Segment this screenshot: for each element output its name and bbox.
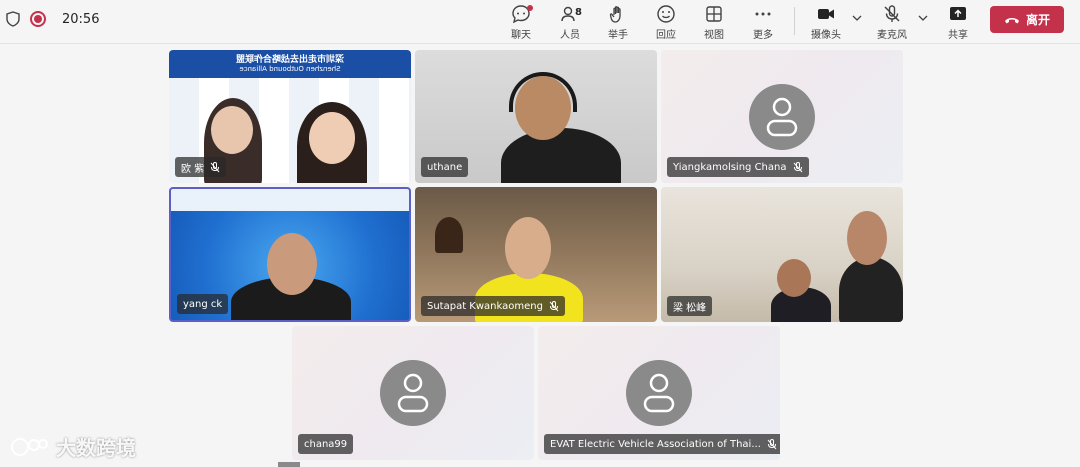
react-button[interactable]: 回应	[642, 2, 690, 42]
participant-name: uthane	[427, 161, 463, 173]
people-button[interactable]: 8 人员	[546, 2, 594, 42]
video-tile-participant-8[interactable]: EVAT Electric Vehicle Association of Tha…	[538, 326, 780, 460]
more-icon	[755, 12, 771, 16]
camera-button[interactable]: 摄像头	[802, 2, 850, 42]
watermark: 大数跨境	[10, 432, 136, 461]
raise-hand-button[interactable]: 举手	[594, 2, 642, 42]
person-icon	[397, 373, 429, 413]
participant-name: EVAT Electric Vehicle Association of Tha…	[550, 438, 761, 450]
recording-icon	[30, 11, 46, 27]
toolbar-divider	[794, 7, 795, 35]
camera-options-chevron-icon[interactable]	[851, 12, 863, 24]
meeting-toolbar: 20:56 聊天 8 人员 举手 回应 视图 更多 摄像头 麦克风 共享 离开	[0, 0, 1080, 44]
meeting-timer: 20:56	[62, 11, 100, 27]
raise-hand-label: 举手	[608, 30, 628, 41]
more-label: 更多	[753, 30, 773, 41]
toolbar-left: 20:56	[6, 11, 99, 27]
participant-face	[777, 259, 811, 297]
share-button[interactable]: 共享	[934, 2, 982, 42]
leave-button[interactable]: 离开	[990, 6, 1064, 33]
fireplace	[435, 217, 463, 253]
watermark-text: 大数跨境	[56, 436, 136, 460]
react-label: 回应	[656, 30, 676, 41]
participant-figure	[839, 257, 903, 322]
participant-name: yang ck	[183, 298, 223, 310]
participant-nametag: yang ck	[177, 294, 229, 314]
watermark-logo-icon	[11, 437, 48, 456]
participant-nametag: Yiangkamolsing Chana	[667, 157, 809, 177]
video-tile-participant-1[interactable]: 深圳市走出去战略合作联盟 Shenzhen Outbound Alliance …	[169, 50, 411, 183]
video-tile-participant-4[interactable]: yang ck	[169, 187, 411, 322]
video-tile-participant-3[interactable]: Yiangkamolsing Chana	[661, 50, 903, 183]
participant-face	[505, 217, 551, 279]
camera-icon	[818, 9, 834, 19]
participant-name: chana99	[304, 438, 348, 450]
participant-nametag: Sutapat Kwankaomeng	[421, 296, 565, 316]
chat-button[interactable]: 聊天	[497, 2, 545, 42]
people-count: 8	[575, 7, 582, 18]
alliance-banner-cn: 深圳市走出去战略合作联盟	[236, 55, 345, 65]
participant-figure	[501, 128, 621, 183]
alliance-banner: 深圳市走出去战略合作联盟 Shenzhen Outbound Alliance	[169, 50, 411, 78]
overflow-tile-edge	[278, 462, 300, 467]
share-label: 共享	[948, 30, 968, 41]
video-tile-participant-5[interactable]: Sutapat Kwankaomeng	[415, 187, 657, 322]
backdrop-header	[171, 189, 409, 211]
camera-label: 摄像头	[811, 30, 841, 41]
person-icon	[643, 373, 675, 413]
smile-icon	[657, 5, 675, 23]
participant-nametag: 欧 紫	[175, 157, 227, 177]
video-tile-participant-6[interactable]: 梁 松峰	[661, 187, 903, 322]
mic-off-icon	[884, 5, 900, 22]
alliance-banner-en: Shenzhen Outbound Alliance	[239, 65, 341, 73]
participant-nametag: chana99	[298, 434, 354, 454]
participant-name: Yiangkamolsing Chana	[673, 161, 787, 173]
view-label: 视图	[704, 30, 724, 41]
hand-icon	[609, 6, 621, 23]
grid-icon	[706, 6, 722, 22]
share-icon	[950, 7, 966, 20]
mic-off-icon	[793, 161, 802, 172]
people-label: 人员	[560, 30, 580, 41]
shield-icon[interactable]	[6, 11, 20, 27]
video-tile-participant-2[interactable]: uthane	[415, 50, 657, 183]
chat-label: 聊天	[511, 30, 531, 41]
participant-nametag: uthane	[421, 157, 469, 177]
avatar	[749, 83, 815, 150]
participant-name: 梁 松峰	[673, 302, 707, 314]
participant-name: 欧 紫	[181, 163, 205, 175]
video-tile-participant-7[interactable]: chana99	[292, 326, 534, 460]
participant-name: Sutapat Kwankaomeng	[427, 300, 543, 312]
participant-face	[211, 106, 253, 154]
mic-off-icon	[210, 161, 220, 172]
view-button[interactable]: 视图	[690, 2, 738, 42]
participant-nametag: EVAT Electric Vehicle Association of Tha…	[544, 434, 780, 454]
mic-label: 麦克风	[877, 30, 907, 41]
mic-off-icon	[767, 438, 777, 449]
participant-face	[847, 211, 887, 265]
avatar	[380, 360, 446, 426]
participant-face	[309, 112, 355, 164]
avatar	[626, 360, 692, 426]
participant-face	[267, 233, 317, 295]
person-icon	[766, 97, 798, 136]
participant-nametag: 梁 松峰	[667, 296, 713, 316]
headset	[509, 72, 577, 112]
phone-hangup-icon	[1004, 17, 1019, 23]
leave-label: 离开	[1025, 13, 1050, 27]
mic-off-icon	[549, 300, 559, 311]
mic-options-chevron-icon[interactable]	[917, 12, 929, 24]
mic-button[interactable]: 麦克风	[868, 2, 916, 42]
chat-badge	[527, 5, 533, 11]
more-button[interactable]: 更多	[739, 2, 787, 42]
